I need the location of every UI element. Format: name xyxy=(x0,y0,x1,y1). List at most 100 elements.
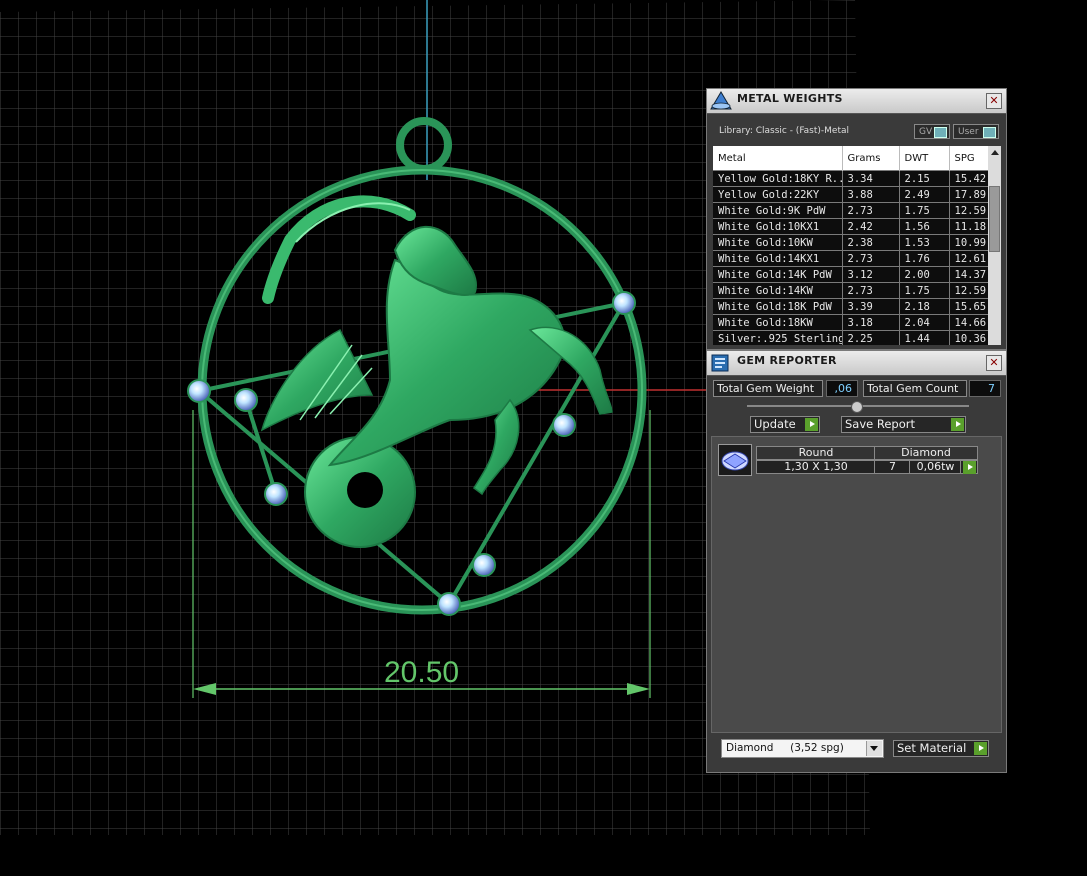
gem-stone xyxy=(612,291,636,315)
update-button[interactable]: Update xyxy=(750,416,820,433)
metal-weights-panel: METAL WEIGHTS ✕ Library: Classic - (Fast… xyxy=(706,88,1007,350)
table-cell: White Gold:9K PdW xyxy=(713,202,843,219)
table-cell: 11.18 xyxy=(949,218,988,235)
table-cell: 3.39 xyxy=(842,298,900,315)
gem-stone xyxy=(552,413,576,437)
table-cell: 1.56 xyxy=(899,218,950,235)
close-icon[interactable]: ✕ xyxy=(986,93,1002,109)
scroll-thumb[interactable] xyxy=(989,186,1000,252)
gem-reporter-title: GEM REPORTER xyxy=(737,354,837,367)
total-gem-count-label: Total Gem Count xyxy=(863,380,967,397)
table-row[interactable]: White Gold:18K PdW 3.39 2.18 15.65 xyxy=(713,298,988,315)
set-material-button[interactable]: Set Material xyxy=(893,740,989,757)
table-cell: Yellow Gold:22KY xyxy=(713,186,843,203)
total-gem-weight-value: ,06 xyxy=(826,380,858,397)
table-cell: 3.88 xyxy=(842,186,900,203)
gem-stone xyxy=(234,388,258,412)
table-cell: White Gold:10KX1 xyxy=(713,218,843,235)
table-cell: 2.00 xyxy=(899,266,950,283)
metal-weights-table: Metal Grams DWT SPG Yellow Gold:18KY R... 3.… xyxy=(713,146,988,345)
table-cell: Silver:.925 Sterling xyxy=(713,330,843,345)
table-cell: 15.42 xyxy=(949,170,988,187)
table-cell: 2.42 xyxy=(842,218,900,235)
gem-stone xyxy=(187,379,211,403)
table-cell: Yellow Gold:18KY R... xyxy=(713,170,843,187)
gem-stone xyxy=(264,482,288,506)
table-row[interactable]: Yellow Gold:18KY R... 3.34 2.15 15.42 xyxy=(713,170,988,187)
table-row[interactable]: White Gold:9K PdW 2.73 1.75 12.59 xyxy=(713,202,988,219)
user-toggle[interactable]: User xyxy=(953,124,999,139)
table-cell: 14.66 xyxy=(949,314,988,331)
gem-shape-cell: Round xyxy=(756,446,876,460)
gv-toggle[interactable]: GV xyxy=(914,124,950,139)
table-cell: 12.61 xyxy=(949,250,988,267)
dimension-value: 20.50 xyxy=(384,656,459,689)
table-row[interactable]: Silver:.925 Sterling 2.25 1.44 10.36 xyxy=(713,330,988,345)
table-cell: 3.12 xyxy=(842,266,900,283)
metal-weights-icon xyxy=(710,91,732,110)
metal-table-scrollbar[interactable] xyxy=(988,146,1001,345)
total-gem-count-value: 7 xyxy=(969,380,1001,397)
table-cell: 2.18 xyxy=(899,298,950,315)
table-cell: White Gold:18K PdW xyxy=(713,298,843,315)
table-row[interactable]: White Gold:10KW 2.38 1.53 10.99 xyxy=(713,234,988,251)
total-gem-weight-label: Total Gem Weight xyxy=(713,380,823,397)
library-label: Library: Classic - (Fast)-Metal xyxy=(719,126,850,136)
table-cell: 12.59 xyxy=(949,202,988,219)
table-cell: 3.18 xyxy=(842,314,900,331)
table-row[interactable]: White Gold:14KW 2.73 1.75 12.59 xyxy=(713,282,988,299)
close-icon[interactable]: ✕ xyxy=(986,355,1002,371)
gem-stone xyxy=(437,592,461,616)
material-select[interactable]: Diamond (3,52 spg) xyxy=(721,739,884,758)
scroll-up-icon[interactable] xyxy=(991,150,999,155)
table-cell: 2.04 xyxy=(899,314,950,331)
table-cell: 1.53 xyxy=(899,234,950,251)
gem-row[interactable]: Round Diamond 1,30 X 1,30 7 0,06tw xyxy=(712,441,1001,477)
save-report-button-label: Save Report xyxy=(845,417,916,431)
gem-size-cell: 1,30 X 1,30 xyxy=(756,460,876,474)
column-header-spg[interactable]: SPG xyxy=(949,146,988,171)
column-header-grams[interactable]: Grams xyxy=(842,146,900,171)
column-header-metal[interactable]: Metal xyxy=(713,146,843,171)
gem-list-area: Round Diamond 1,30 X 1,30 7 0,06tw xyxy=(711,436,1002,733)
table-cell: 3.34 xyxy=(842,170,900,187)
gem-reporter-panel: GEM REPORTER ✕ Total Gem Weight ,06 Tota… xyxy=(706,350,1007,773)
metal-table-container: Metal Grams DWT SPG Yellow Gold:18KY R... 3.… xyxy=(713,146,988,345)
set-material-button-label: Set Material xyxy=(897,741,967,755)
gem-material-cell: Diamond xyxy=(874,446,978,460)
column-header-dwt[interactable]: DWT xyxy=(899,146,950,171)
gem-reporter-titlebar[interactable]: GEM REPORTER ✕ xyxy=(707,351,1006,376)
table-cell: 2.73 xyxy=(842,250,900,267)
table-row[interactable]: White Gold:14KX1 2.73 1.76 12.61 xyxy=(713,250,988,267)
table-row[interactable]: Yellow Gold:22KY 3.88 2.49 17.89 xyxy=(713,186,988,203)
table-cell: 1.75 xyxy=(899,202,950,219)
gem-count-cell: 7 xyxy=(874,460,911,474)
update-button-label: Update xyxy=(754,417,796,431)
gv-toggle-label: GV xyxy=(919,127,933,137)
play-arrow-icon xyxy=(963,461,976,474)
table-row[interactable]: White Gold:14K PdW 3.12 2.00 14.37 xyxy=(713,266,988,283)
chevron-down-icon[interactable] xyxy=(866,741,882,756)
table-cell: White Gold:18KW xyxy=(713,314,843,331)
table-cell: 2.73 xyxy=(842,282,900,299)
table-cell: White Gold:14KW xyxy=(713,282,843,299)
splitter-handle-icon[interactable] xyxy=(851,401,863,413)
play-arrow-icon xyxy=(951,418,964,431)
table-row[interactable]: White Gold:18KW 3.18 2.04 14.66 xyxy=(713,314,988,331)
metal-weights-title: METAL WEIGHTS xyxy=(737,92,843,105)
gem-weight-cell: 0,06tw xyxy=(909,460,962,474)
table-cell: 1.76 xyxy=(899,250,950,267)
metal-weights-titlebar[interactable]: METAL WEIGHTS ✕ xyxy=(707,89,1006,114)
play-arrow-icon xyxy=(805,418,818,431)
table-cell: 12.59 xyxy=(949,282,988,299)
table-cell: 10.99 xyxy=(949,234,988,251)
table-cell: 2.73 xyxy=(842,202,900,219)
table-cell: 14.37 xyxy=(949,266,988,283)
table-row[interactable]: White Gold:10KX1 2.42 1.56 11.18 xyxy=(713,218,988,235)
table-cell: 17.89 xyxy=(949,186,988,203)
table-cell: 2.49 xyxy=(899,186,950,203)
save-report-button[interactable]: Save Report xyxy=(841,416,966,433)
gem-row-action-button[interactable] xyxy=(960,460,978,474)
play-arrow-icon xyxy=(974,742,987,755)
round-gem-icon xyxy=(718,444,752,476)
